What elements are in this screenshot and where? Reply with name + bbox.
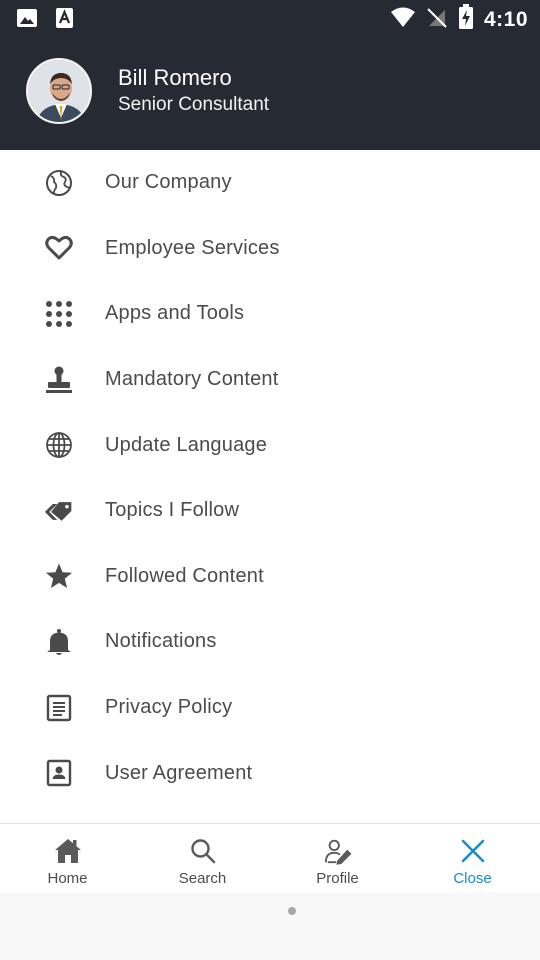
tags-icon [44, 496, 74, 526]
menu-item-label: Mandatory Content [105, 368, 279, 391]
battery-charging-icon [458, 4, 474, 35]
status-time: 4:10 [483, 7, 528, 31]
no-signal-icon [426, 6, 448, 33]
menu-item-our-company[interactable]: Our Company [0, 150, 540, 216]
contact-card-icon [44, 758, 74, 788]
menu-item-label: Update Language [105, 433, 268, 456]
home-icon [54, 837, 82, 865]
menu-item-label: Notifications [105, 630, 217, 653]
search-icon [189, 837, 217, 865]
screen: 4:10 Bill Romero Senior Consultant Our C… [0, 0, 540, 960]
menu-item-label: Our Company [105, 171, 232, 194]
heart-icon [44, 233, 74, 263]
user-profile[interactable]: Bill Romero Senior Consultant [26, 58, 269, 124]
nav-profile[interactable]: Profile [270, 824, 405, 893]
grid-dots-icon [44, 299, 74, 329]
menu-item-followed-content[interactable]: Followed Content [0, 544, 540, 610]
image-icon [16, 7, 38, 34]
menu-item-label: Followed Content [105, 564, 264, 587]
globe-outline-icon [44, 168, 74, 198]
stamp-icon [44, 365, 74, 395]
footer-area [0, 893, 540, 960]
nav-search[interactable]: Search [135, 824, 270, 893]
nav-label: Home [47, 870, 88, 887]
menu-item-privacy-policy[interactable]: Privacy Policy [0, 675, 540, 741]
menu-item-user-agreement[interactable]: User Agreement [0, 740, 540, 806]
menu-item-update-language[interactable]: Update Language [0, 412, 540, 478]
profile-role: Senior Consultant [118, 94, 270, 115]
bottom-navigation: Home Search Profile Close [0, 823, 540, 893]
avatar[interactable] [26, 58, 92, 124]
nav-label: Profile [316, 870, 359, 887]
star-icon [44, 561, 74, 591]
page-indicator-dot [288, 907, 296, 915]
menu-item-label: Topics I Follow [105, 499, 240, 522]
menu-item-employee-services[interactable]: Employee Services [0, 216, 540, 282]
profile-edit-icon [324, 837, 352, 865]
close-icon [459, 837, 487, 865]
menu-item-label: User Agreement [105, 761, 253, 784]
nav-close[interactable]: Close [405, 824, 540, 893]
menu-item-topics-i-follow[interactable]: Topics I Follow [0, 478, 540, 544]
globe-grid-icon [44, 430, 74, 460]
wifi-icon [390, 6, 416, 33]
menu-item-mandatory-content[interactable]: Mandatory Content [0, 347, 540, 413]
menu-item-label: Privacy Policy [105, 696, 233, 719]
nav-label: Search [178, 870, 227, 887]
document-icon [44, 693, 74, 723]
menu-item-apps-and-tools[interactable]: Apps and Tools [0, 281, 540, 347]
font-icon [54, 7, 76, 34]
menu-item-label: Employee Services [105, 236, 280, 259]
status-bar: 4:10 [0, 0, 540, 36]
drawer-header: 4:10 Bill Romero Senior Consultant [0, 0, 540, 150]
nav-home[interactable]: Home [0, 824, 135, 893]
bell-icon [44, 627, 74, 657]
nav-label: Close [453, 870, 492, 887]
menu-item-label: Apps and Tools [105, 302, 245, 325]
menu-item-notifications[interactable]: Notifications [0, 609, 540, 675]
profile-name: Bill Romero [118, 65, 232, 90]
drawer-menu: Our Company Employee Services Apps and T… [0, 150, 540, 806]
